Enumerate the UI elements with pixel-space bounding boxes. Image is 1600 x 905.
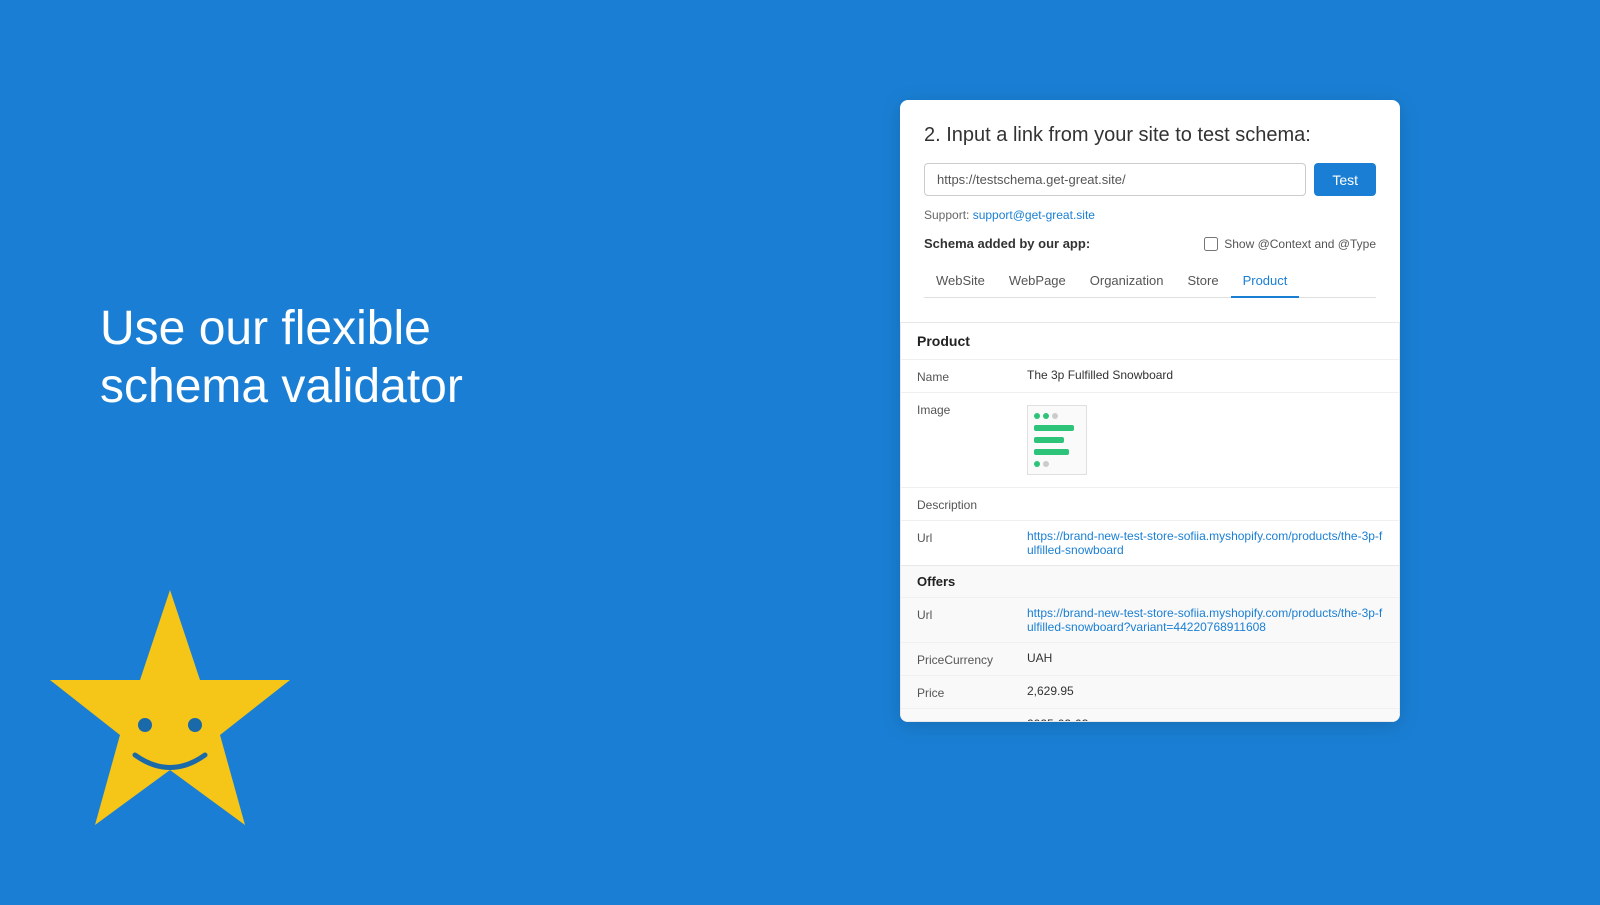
url-input-row: Test — [924, 163, 1376, 196]
row-label-price: Price — [917, 684, 1027, 700]
schema-added-row: Schema added by our app: Show @Context a… — [924, 236, 1376, 251]
tab-website[interactable]: WebSite — [924, 265, 997, 298]
test-button[interactable]: Test — [1314, 163, 1376, 196]
support-line: Support: support@get-great.site — [924, 208, 1376, 222]
row-value-price: 2,629.95 — [1027, 684, 1383, 700]
row-label-pricevaliduntil: PriceValidUntil — [917, 717, 1027, 722]
offers-section-header: Offers — [901, 565, 1399, 597]
content-area[interactable]: Product Name The 3p Fulfilled Snowboard … — [900, 322, 1400, 722]
product-section-header: Product — [901, 323, 1399, 359]
table-row: Url https://brand-new-test-store-sofiia.… — [901, 520, 1399, 565]
table-row: Name The 3p Fulfilled Snowboard — [901, 359, 1399, 392]
row-label-description: Description — [917, 496, 1027, 512]
star-decoration — [0, 550, 350, 900]
offers-url-link[interactable]: https://brand-new-test-store-sofiia.mysh… — [1027, 606, 1382, 634]
heading-line2: schema validator — [100, 360, 463, 413]
table-row: PriceValidUntil 2025-02-03 — [901, 708, 1399, 722]
table-row: Image — [901, 392, 1399, 487]
tab-organization[interactable]: Organization — [1078, 265, 1176, 298]
hero-heading: Use our flexible schema validator — [100, 300, 520, 415]
product-url-link[interactable]: https://brand-new-test-store-sofiia.mysh… — [1027, 529, 1382, 557]
row-value-pricecurrency: UAH — [1027, 651, 1383, 667]
row-label-url: Url — [917, 529, 1027, 557]
row-value-url: https://brand-new-test-store-sofiia.mysh… — [1027, 529, 1383, 557]
row-value-offers-url: https://brand-new-test-store-sofiia.mysh… — [1027, 606, 1383, 634]
row-label-pricecurrency: PriceCurrency — [917, 651, 1027, 667]
row-label-name: Name — [917, 368, 1027, 384]
support-link[interactable]: support@get-great.site — [973, 208, 1095, 222]
schema-added-label: Schema added by our app: — [924, 236, 1090, 251]
schema-validator-panel: 2. Input a link from your site to test s… — [900, 100, 1400, 722]
row-label-image: Image — [917, 401, 1027, 479]
heading-line1: Use our flexible — [100, 302, 431, 355]
tab-store[interactable]: Store — [1175, 265, 1230, 298]
table-row: Description — [901, 487, 1399, 520]
context-checkbox-label[interactable]: Show @Context and @Type — [1204, 237, 1376, 251]
row-value-name: The 3p Fulfilled Snowboard — [1027, 368, 1383, 384]
row-value-pricevaliduntil: 2025-02-03 — [1027, 717, 1383, 722]
tab-webpage[interactable]: WebPage — [997, 265, 1078, 298]
row-label-offers-url: Url — [917, 606, 1027, 634]
row-value-description — [1027, 496, 1383, 512]
row-value-image — [1027, 401, 1383, 479]
panel-title: 2. Input a link from your site to test s… — [924, 124, 1376, 147]
table-row: PriceCurrency UAH — [901, 642, 1399, 675]
table-row: Url https://brand-new-test-store-sofiia.… — [901, 597, 1399, 642]
tab-product[interactable]: Product — [1231, 265, 1300, 298]
image-thumbnail — [1027, 405, 1087, 475]
url-input[interactable] — [924, 163, 1306, 196]
schema-tabs: WebSite WebPage Organization Store Produ… — [924, 265, 1376, 298]
table-row: Price 2,629.95 — [901, 675, 1399, 708]
context-checkbox[interactable] — [1204, 237, 1218, 251]
